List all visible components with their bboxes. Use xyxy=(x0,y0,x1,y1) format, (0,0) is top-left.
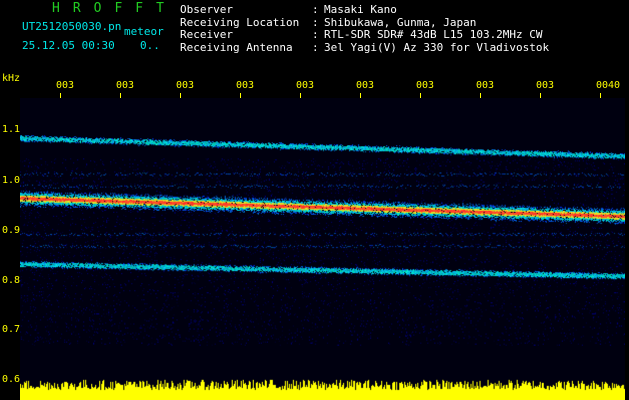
y-tick-label: 0.7 xyxy=(2,324,21,335)
info-row-antenna: Receiving Antenna : 3el Yagi(V) Az 330 f… xyxy=(180,40,550,55)
info-label: Receiver xyxy=(180,28,233,41)
x-tick-label: 003 xyxy=(356,80,375,91)
y-axis-unit: kHz xyxy=(2,73,21,84)
info-colon: : xyxy=(312,3,319,16)
x-tick-label: 003 xyxy=(296,80,315,91)
x-tick-label: 003 xyxy=(416,80,435,91)
y-tick-label: 0.9 xyxy=(2,225,21,236)
x-tick-label: 003 xyxy=(56,80,75,91)
x-tick-label: 003 xyxy=(236,80,255,91)
filename-label: UT2512050030.pn xyxy=(22,20,122,33)
x-tick-label: 0040 xyxy=(596,80,621,91)
info-row-observer: Observer : Masaki Kano xyxy=(180,3,549,17)
station-info: Observer : Masaki Kano Receiving Locatio… xyxy=(180,3,550,55)
brand-logo: HROFFT xyxy=(52,1,177,16)
y-tick-label: 0.8 xyxy=(2,275,21,286)
x-tick-label: 003 xyxy=(536,80,555,91)
info-colon: : xyxy=(312,28,319,41)
x-tick-label: 003 xyxy=(116,80,135,91)
x-tick-label: 003 xyxy=(476,80,495,91)
mode-label: meteor xyxy=(124,25,164,38)
datetime-label: 25.12.05 00:30 xyxy=(22,39,115,52)
y-tick-label: 0.6 xyxy=(2,374,21,385)
counter-label: 0.. xyxy=(140,39,160,52)
x-tick-label: 003 xyxy=(176,80,195,91)
y-tick-label: 1.0 xyxy=(2,175,21,186)
hrofft-window: HROFFT UT2512050030.pn meteor 25.12.05 0… xyxy=(0,0,629,400)
y-tick-label: 1.1 xyxy=(2,124,21,135)
info-value: Masaki Kano xyxy=(324,3,397,16)
spectrogram xyxy=(20,98,625,400)
info-colon: : xyxy=(312,40,319,54)
info-row-receiver: Receiver : RTL-SDR SDR# 43dB L15 103.2MH… xyxy=(180,28,549,42)
info-value: RTL-SDR SDR# 43dB L15 103.2MHz CW xyxy=(324,28,543,41)
info-value: 3el Yagi(V) Az 330 for Vladivostok xyxy=(324,40,550,54)
info-label: Observer xyxy=(180,3,233,16)
info-label: Receiving Antenna xyxy=(180,40,293,54)
